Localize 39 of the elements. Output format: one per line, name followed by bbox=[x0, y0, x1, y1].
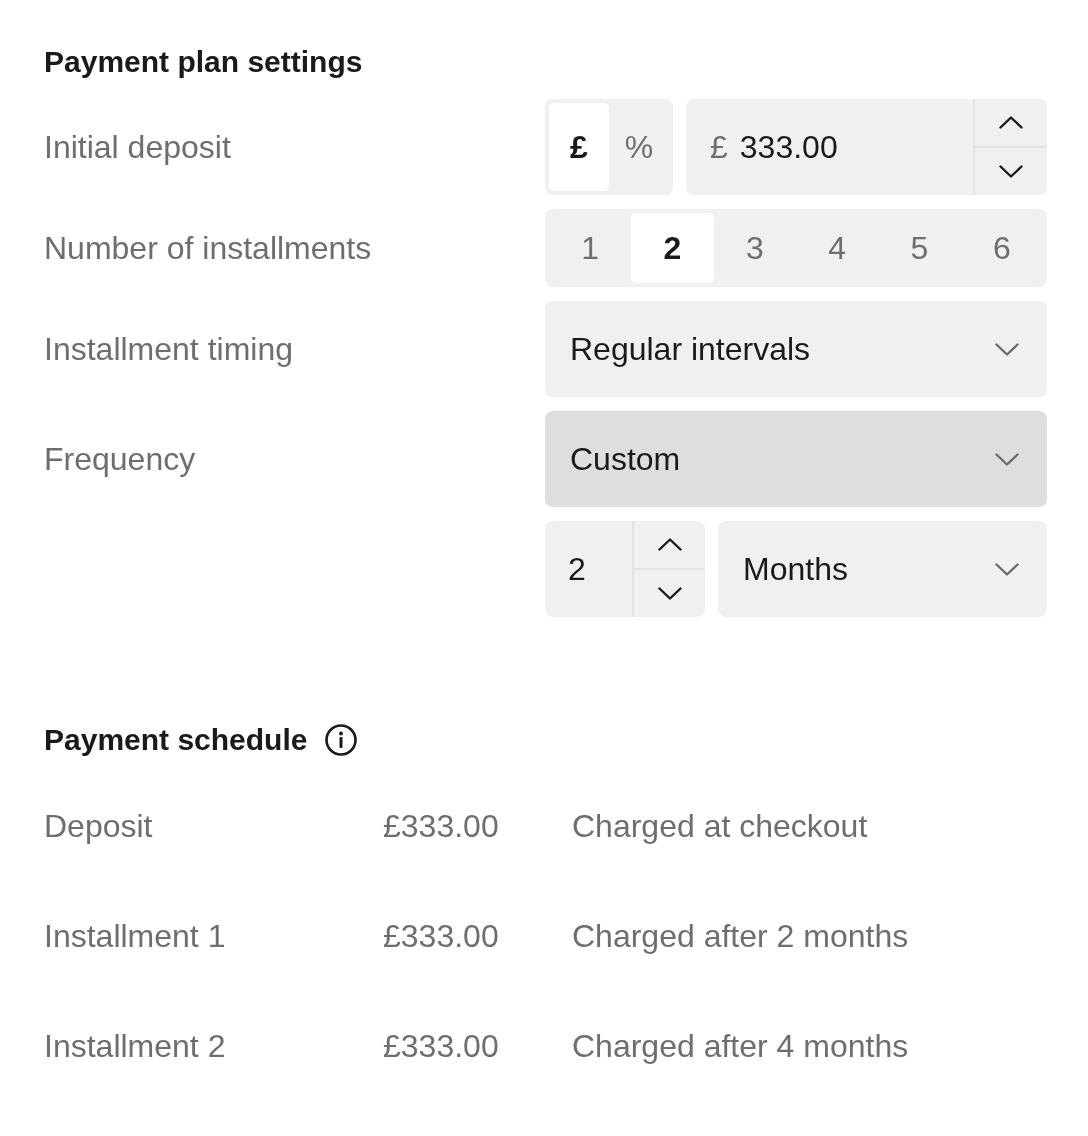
field-label: Initial deposit bbox=[44, 128, 231, 167]
segment-option[interactable]: 5 bbox=[878, 213, 961, 283]
chevron-down-icon bbox=[995, 562, 1019, 576]
schedule-note: Charged after 2 months bbox=[572, 918, 909, 954]
schedule-amount: £333.00 bbox=[383, 918, 500, 954]
section-title: Payment plan settings bbox=[44, 44, 363, 80]
dropdown-select[interactable]: Custom bbox=[545, 411, 1047, 507]
schedule-amount: £333.00 bbox=[383, 808, 500, 844]
schedule-label: Installment 2 bbox=[44, 1028, 227, 1064]
segment-option[interactable]: 1 bbox=[549, 213, 632, 283]
segment-option[interactable]: 4 bbox=[796, 213, 879, 283]
field-label: Installment timing bbox=[44, 330, 293, 369]
amount-value: 333.00 bbox=[739, 128, 838, 167]
schedule-label: Deposit bbox=[44, 808, 154, 844]
info-icon[interactable] bbox=[325, 724, 358, 756]
chevron-down-icon bbox=[995, 452, 1019, 466]
chevron-up-icon bbox=[999, 116, 1023, 129]
segment-option[interactable]: 3 bbox=[713, 213, 796, 283]
section-title: Payment schedule bbox=[44, 722, 308, 758]
interval-field[interactable]: 2 bbox=[545, 521, 705, 617]
dropdown-select[interactable]: Regular intervals bbox=[545, 301, 1047, 397]
schedule-amount: £333.00 bbox=[383, 1028, 500, 1064]
chevron-down-icon bbox=[657, 587, 682, 600]
amount-field[interactable]: £ 333.00 bbox=[686, 99, 1047, 195]
unit-select[interactable]: Months bbox=[718, 521, 1047, 617]
field-label: Number of installments bbox=[44, 229, 372, 268]
field-label: Frequency bbox=[44, 440, 196, 479]
schedule-label: Installment 1 bbox=[44, 918, 227, 954]
chevron-up-icon bbox=[657, 538, 682, 551]
segment-option[interactable]: 6 bbox=[960, 213, 1043, 283]
schedule-note: Charged at checkout bbox=[572, 808, 868, 844]
chevron-down-icon bbox=[999, 165, 1023, 178]
schedule-note: Charged after 4 months bbox=[572, 1028, 909, 1064]
unit-option[interactable]: % bbox=[609, 103, 669, 191]
segment-option[interactable]: 2 bbox=[631, 213, 714, 283]
currency-prefix: £ bbox=[710, 128, 728, 167]
unit-option[interactable]: £ bbox=[549, 103, 609, 191]
chevron-down-icon bbox=[995, 342, 1019, 356]
interval-value: 2 bbox=[568, 550, 586, 589]
